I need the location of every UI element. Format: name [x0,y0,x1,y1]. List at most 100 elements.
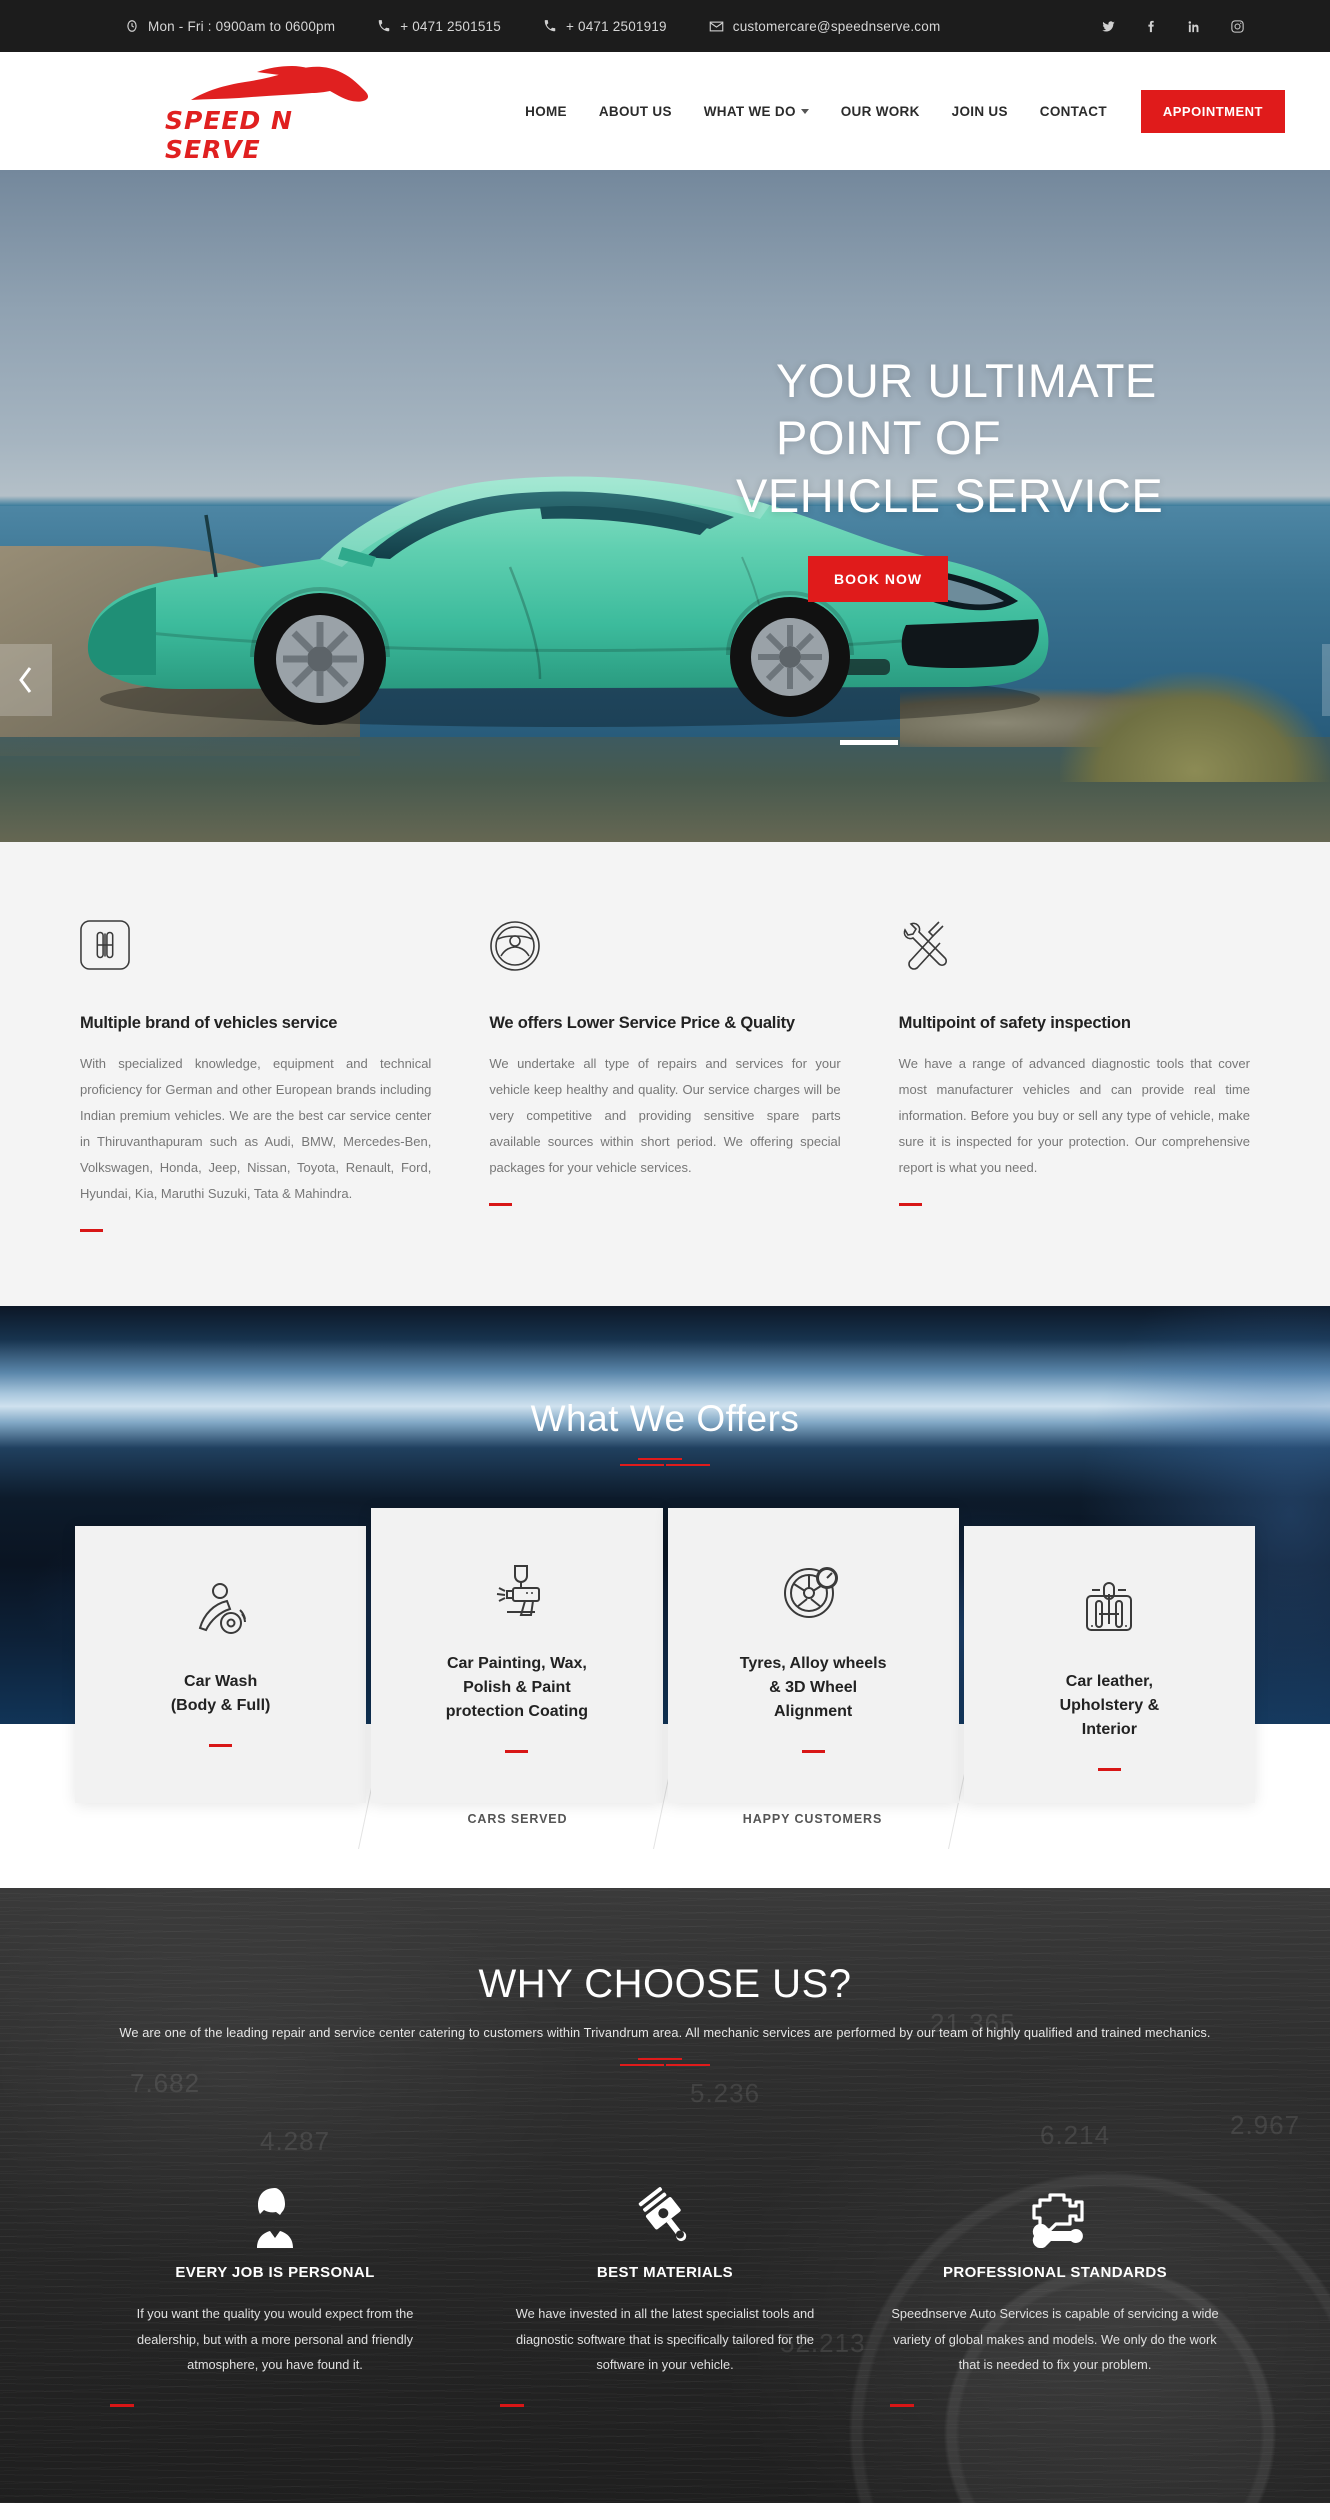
nav-item-our-work[interactable]: OUR WORK [825,104,936,119]
accent-underline [110,2403,134,2407]
why-column-materials: BEST MATERIALS We have invested in all t… [470,2158,860,2407]
offer-card-car-wash[interactable]: Car Wash (Body & Full) [75,1526,367,1803]
background-number: 4.287 [260,2126,331,2156]
book-now-button[interactable]: BOOK NOW [808,555,949,602]
hero-grass [1060,672,1330,782]
why-choose-us-section: 7.682 4.287 5.236 21.365 52.213 6.214 2.… [0,1888,1330,2503]
offer-title: Tyres, Alloy wheels & 3D Wheel Alignment [739,1655,887,1720]
why-column-text: If you want the quality you would expect… [136,2306,414,2373]
why-columns: EVERY JOB IS PERSONAL If you want the qu… [40,2158,1290,2407]
instagram-icon[interactable] [1230,19,1245,34]
feature-title: Multipoint of safety inspection [898,1014,1131,1032]
car-logo-icon [185,59,375,112]
nav-label: ABOUT US [598,103,672,119]
feature-title: We offers Lower Service Price & Quality [489,1014,795,1032]
nav-label: HOME [525,103,567,119]
envelope-icon [709,19,724,34]
nav-label: CONTACT [1039,103,1107,119]
hero-line-3: VEHICLE SERVICE [736,468,1164,522]
nav-item-join-us[interactable]: JOIN US [936,104,1024,119]
feature-text: With specialized knowledge, equipment an… [80,1056,432,1201]
accent-double-underline [620,1458,710,1468]
main-navigation: HOME ABOUT US WHAT WE DO OUR WORK JOIN U… [509,89,1285,133]
slider-next-button[interactable] [1322,644,1330,716]
car-seat-icon [1078,1568,1140,1650]
why-subtitle: We are one of the leading repair and ser… [119,2025,1211,2040]
offers-section: What We Offers Car Wash (Body & Full) Ca… [0,1306,1330,1803]
why-column-text: We have invested in all the latest speci… [515,2306,815,2373]
offer-title: Car leather, Upholstery & Interior [1059,1673,1160,1738]
chevron-down-icon [800,108,809,114]
phone-2[interactable]: + 0471 2501919 [543,19,667,34]
hero-slider: YOUR ULTIMATE POINT OF VEHICLE SERVICE B… [0,170,1330,842]
accent-underline [500,2403,524,2407]
social-links [1101,19,1265,34]
steering-wheel-icon [489,920,840,986]
accent-underline [898,1203,922,1206]
offer-card-car-leather[interactable]: Car leather, Upholstery & Interior [963,1526,1255,1803]
nav-label: WHAT WE DO [703,103,796,119]
appointment-button[interactable]: APPOINTMENT [1140,89,1285,133]
clock-icon [125,19,139,33]
why-column-title: EVERY JOB IS PERSONAL [175,2264,375,2281]
feature-text: We undertake all type of repairs and ser… [489,1056,841,1175]
slider-pagination[interactable] [840,740,898,745]
nav-item-what-we-do[interactable]: WHAT WE DO [688,104,825,119]
offer-card-car-painting[interactable]: Car Painting, Wax, Polish & Paint protecti… [371,1508,663,1803]
accent-underline [489,1203,513,1206]
offer-card-tyres-alloy[interactable]: Tyres, Alloy wheels & 3D Wheel Alignment [667,1508,959,1803]
business-hours: Mon - Fri : 0900am to 0600pm [125,19,335,34]
background-number: 2.967 [1230,2110,1301,2140]
phone-1[interactable]: + 0471 2501515 [377,19,501,34]
piston-icon [500,2158,830,2248]
feature-title: Multiple brand of vehicles service [80,1014,338,1032]
why-column-personal: EVERY JOB IS PERSONAL If you want the qu… [80,2158,470,2407]
background-number: 5.236 [690,2078,761,2108]
offer-title: Car Wash (Body & Full) [170,1673,271,1714]
facebook-icon[interactable] [1144,19,1159,34]
why-heading: WHY CHOOSE US? [478,1962,852,2006]
site-header: SPEED N SERVE HOME ABOUT US WHAT WE DO O… [0,52,1330,170]
alloy-wheel-icon [781,1550,845,1632]
person-avatar-icon [110,2158,440,2248]
counter-label: CARS SERVED [467,1812,568,1826]
background-number: 6.214 [1040,2120,1111,2150]
spray-gun-icon [485,1550,549,1632]
accent-underline [1097,1768,1121,1771]
phone-icon [543,19,557,33]
email-link[interactable]: customercare@speednserve.com [709,19,941,34]
engine-wrench-icon [890,2158,1220,2248]
wrench-screwdriver-icon [899,920,1250,986]
gear-shifter-icon [80,920,431,986]
top-info-bar: Mon - Fri : 0900am to 0600pm + 0471 2501… [0,0,1330,52]
why-column-title: PROFESSIONAL STANDARDS [942,2264,1168,2281]
logo[interactable]: SPEED N SERVE [165,59,395,164]
email-text: customercare@speednserve.com [732,18,941,34]
hero-line-1: YOUR ULTIMATE [776,354,1157,407]
car-wash-icon [190,1568,252,1650]
hero-content: YOUR ULTIMATE POINT OF VEHICLE SERVICE B… [736,352,1296,745]
offer-title: Car Painting, Wax, Polish & Paint protecti… [445,1655,588,1720]
feature-card-1: Multiple brand of vehicles service With … [80,920,489,1232]
accent-underline [209,1744,233,1747]
why-column-text: Speednserve Auto Services is capable of … [891,2306,1219,2373]
offers-cards: Car Wash (Body & Full) Car Painting, Wax,… [65,1508,1265,1803]
counter-label: HAPPY CUSTOMERS [742,1812,883,1826]
accent-underline [890,2403,914,2407]
slider-prev-button[interactable] [0,644,52,716]
features-section: Multiple brand of vehicles service With … [0,842,1330,1306]
accent-double-underline [620,2058,710,2068]
feature-card-2: We offers Lower Service Price & Quality … [489,920,898,1232]
nav-item-about-us[interactable]: ABOUT US [583,104,688,119]
accent-underline [801,1750,825,1753]
phone-2-text: + 0471 2501919 [565,18,667,34]
twitter-icon[interactable] [1101,19,1116,34]
hero-line-2: POINT OF [776,411,1002,465]
feature-text: We have a range of advanced diagnostic t… [898,1056,1250,1175]
linkedin-icon[interactable] [1187,19,1202,34]
phone-1-text: + 0471 2501515 [400,18,501,34]
why-column-standards: PROFESSIONAL STANDARDS Speednserve Auto … [860,2158,1250,2407]
accent-underline [505,1750,529,1753]
nav-item-home[interactable]: HOME [509,104,583,119]
nav-item-contact[interactable]: CONTACT [1024,104,1123,119]
